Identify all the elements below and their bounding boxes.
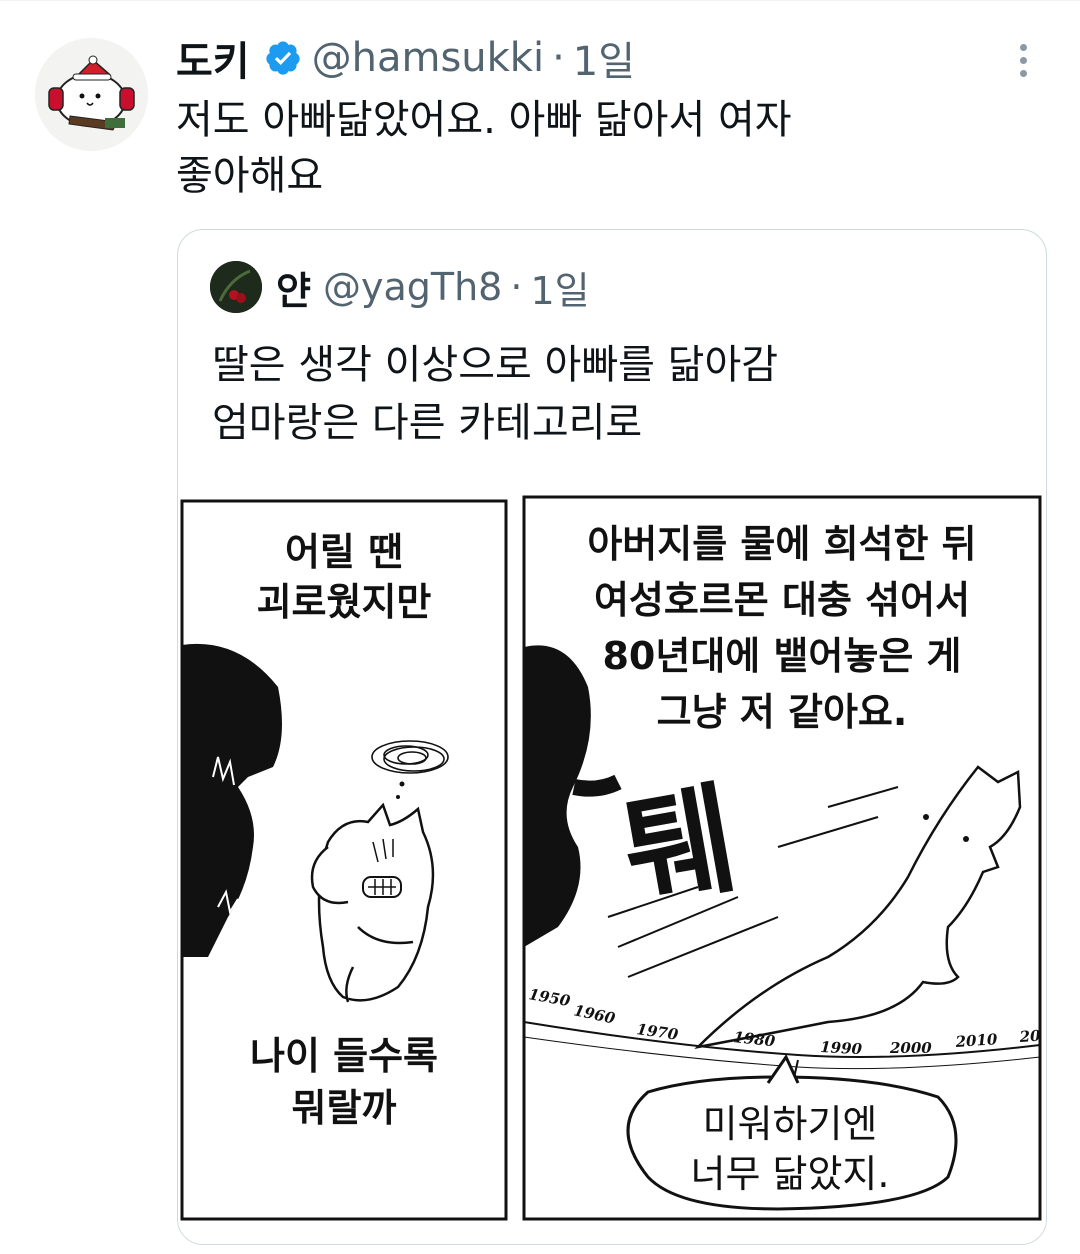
- tweet-text-line: 좋아해요: [176, 153, 324, 199]
- left-top-caption-line: 괴로웠지만: [257, 580, 432, 624]
- quoted-tweet-card[interactable]: 얀 @yagTh8 · 1일 딸은 생각 이상으로 아빠를 닮아감 엄마랑은 다…: [177, 229, 1047, 1245]
- timeline-year: 2000: [889, 1039, 932, 1057]
- left-top-caption-line: 어릴 땐: [285, 530, 403, 574]
- quoted-tweet-header: 얀 @yagTh8 · 1일: [210, 261, 590, 313]
- speech-bubble-line: 미워하기엔: [703, 1102, 878, 1146]
- tweet-text-line: 저도 아빠닮았어요. 아빠 닮아서 여자: [176, 97, 792, 143]
- right-caption-line: 여성호르몬 대충 섞어서: [594, 578, 970, 622]
- speech-bubble-line: 너무 닮았지.: [691, 1152, 890, 1196]
- quoted-separator-dot: ·: [510, 265, 523, 309]
- quoted-text-line: 엄마랑은 다른 카테고리로: [212, 400, 643, 446]
- comic-right-panel: 1950 1960 1970 1980 1990 2000 2010 20 퉤 …: [522, 495, 1042, 1221]
- comic-left-panel: 어릴 땐 괴로웠지만 나이 들수록 뭐랄까: [180, 499, 508, 1221]
- tweet-header: 도키 @hamsukki · 1일: [176, 28, 635, 88]
- right-caption-line: 80년대에 뱉어놓은 게: [602, 634, 961, 678]
- more-options-icon[interactable]: [1008, 40, 1038, 80]
- verified-badge-icon: [264, 39, 302, 77]
- comic-image[interactable]: 어릴 땐 괴로웠지만 나이 들수록 뭐랄까 1950 1960 1970 198…: [178, 487, 1046, 1244]
- tweet-text: 저도 아빠닮았어요. 아빠 닮아서 여자 좋아해요: [176, 92, 1036, 204]
- timeline-year: 1990: [820, 1038, 863, 1058]
- quoted-user-handle: @yagTh8: [322, 265, 503, 309]
- quoted-display-name: 얀: [276, 268, 311, 313]
- right-caption-line: 그냥 저 같아요.: [657, 690, 908, 734]
- display-name[interactable]: 도키: [176, 29, 250, 87]
- left-bottom-caption-line: 나이 들수록: [250, 1034, 438, 1078]
- right-caption-line: 아버지를 물에 희석한 뒤: [587, 522, 976, 566]
- tweet-timestamp[interactable]: 1일: [573, 29, 635, 87]
- quoted-timestamp: 1일: [530, 268, 590, 313]
- separator-dot: ·: [552, 35, 565, 81]
- quoted-tweet-text: 딸은 생각 이상으로 아빠를 닮아감 엄마랑은 다른 카테고리로: [212, 336, 778, 452]
- quoted-user-avatar: [210, 261, 262, 313]
- quoted-text-line: 딸은 생각 이상으로 아빠를 닮아감: [212, 342, 779, 388]
- user-handle[interactable]: @hamsukki: [312, 35, 544, 81]
- avatar-image: [35, 38, 148, 151]
- user-avatar[interactable]: [35, 38, 148, 151]
- timeline-year: 2010: [954, 1030, 998, 1051]
- left-bottom-caption-line: 뭐랄까: [292, 1086, 397, 1130]
- top-divider: [0, 0, 1080, 9]
- timeline-year: 20: [1018, 1027, 1042, 1047]
